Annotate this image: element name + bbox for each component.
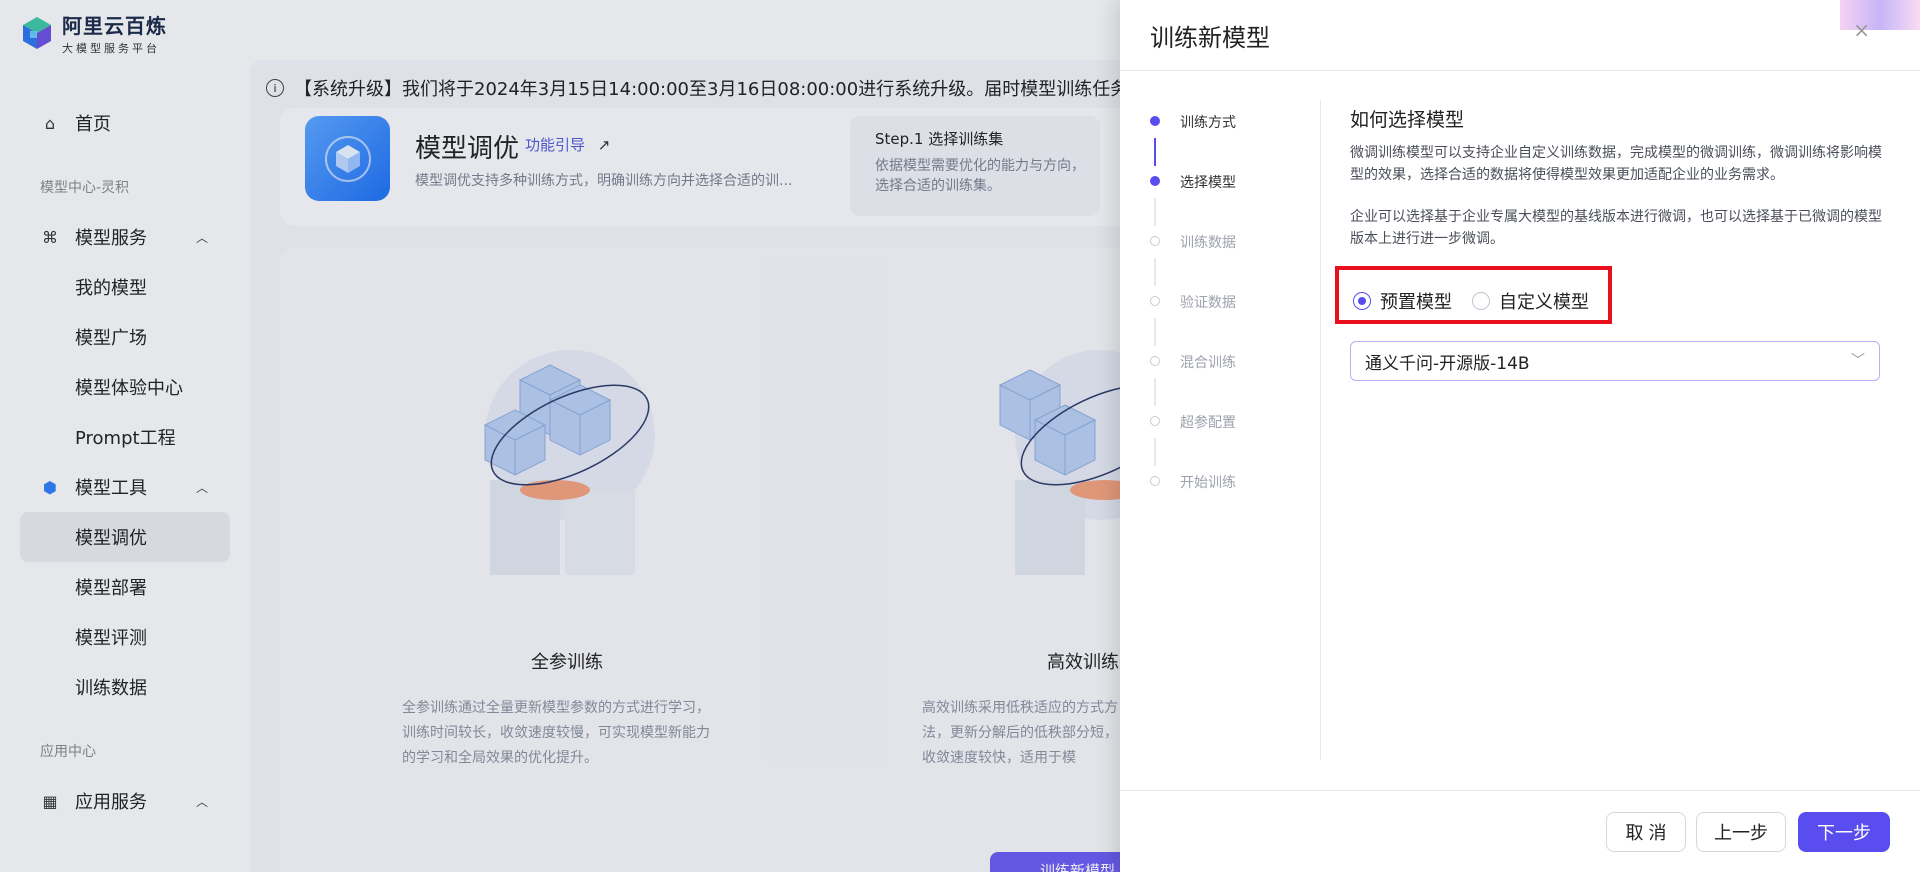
step-item[interactable]: 开始训练: [1150, 472, 1236, 532]
step-item[interactable]: 训练数据: [1150, 232, 1236, 292]
step-dot: [1150, 116, 1160, 126]
step-dot: [1150, 236, 1160, 246]
radio-label: 自定义模型: [1499, 292, 1589, 313]
step-dot: [1150, 476, 1160, 486]
step-dot: [1150, 176, 1160, 186]
prev-step-button[interactable]: 上一步: [1696, 812, 1786, 852]
radio-checked-icon: [1353, 292, 1371, 310]
divider: [1120, 70, 1920, 71]
section-paragraph: 微调训练模型可以支持企业自定义训练数据，完成模型的微调训练，微调训练将影响模型的…: [1350, 145, 1882, 183]
radio-label: 预置模型: [1380, 292, 1452, 313]
radio-custom-model[interactable]: 自定义模型: [1472, 288, 1589, 314]
chevron-down-icon: ﹀: [1851, 353, 1865, 369]
step-label: 超参配置: [1180, 415, 1236, 431]
step-label: 开始训练: [1180, 475, 1236, 491]
step-label: 训练数据: [1180, 235, 1236, 251]
step-connector: [1154, 438, 1156, 466]
divider: [1320, 100, 1321, 760]
step-connector: [1154, 138, 1156, 166]
radio-preset-model[interactable]: 预置模型: [1353, 288, 1452, 314]
divider: [1120, 790, 1920, 791]
decorative-gradient: [1840, 0, 1920, 30]
step-connector: [1154, 198, 1156, 226]
step-item[interactable]: 验证数据: [1150, 292, 1236, 352]
drawer-title: 训练新模型: [1150, 24, 1270, 52]
cancel-button[interactable]: 取 消: [1606, 812, 1686, 852]
next-step-button[interactable]: 下一步: [1798, 812, 1890, 852]
model-type-radio-group: 预置模型 自定义模型: [1353, 288, 1589, 314]
step-connector: [1154, 378, 1156, 406]
section-paragraph: 企业可以选择基于企业专属大模型的基线版本进行微调，也可以选择基于已微调的模型版本…: [1350, 209, 1882, 247]
step-label: 混合训练: [1180, 355, 1236, 371]
model-select[interactable]: 通义千问-开源版-14B ﹀: [1350, 341, 1880, 381]
step-content: 如何选择模型 微调训练模型可以支持企业自定义训练数据，完成模型的微调训练，微调训…: [1350, 105, 1890, 270]
step-item[interactable]: 超参配置: [1150, 412, 1236, 472]
radio-unchecked-icon: [1472, 292, 1490, 310]
select-value: 通义千问-开源版-14B: [1365, 353, 1530, 374]
step-connector: [1154, 318, 1156, 346]
step-label: 训练方式: [1180, 115, 1236, 131]
step-item[interactable]: 混合训练: [1150, 352, 1236, 412]
close-icon[interactable]: ×: [1853, 18, 1870, 42]
step-label: 验证数据: [1180, 295, 1236, 311]
step-dot: [1150, 416, 1160, 426]
step-label: 选择模型: [1180, 175, 1236, 191]
step-connector: [1154, 258, 1156, 286]
step-dot: [1150, 356, 1160, 366]
step-item[interactable]: 选择模型: [1150, 172, 1236, 232]
section-title: 如何选择模型: [1350, 109, 1465, 131]
step-item[interactable]: 训练方式: [1150, 112, 1236, 172]
step-indicator: 训练方式 选择模型 训练数据 验证数据 混合训练 超参配置 开始训练: [1150, 112, 1236, 532]
step-dot: [1150, 296, 1160, 306]
train-model-drawer: 训练新模型 × 训练方式 选择模型 训练数据 验证数据 混合训练 超参配置 开始…: [1120, 0, 1920, 872]
